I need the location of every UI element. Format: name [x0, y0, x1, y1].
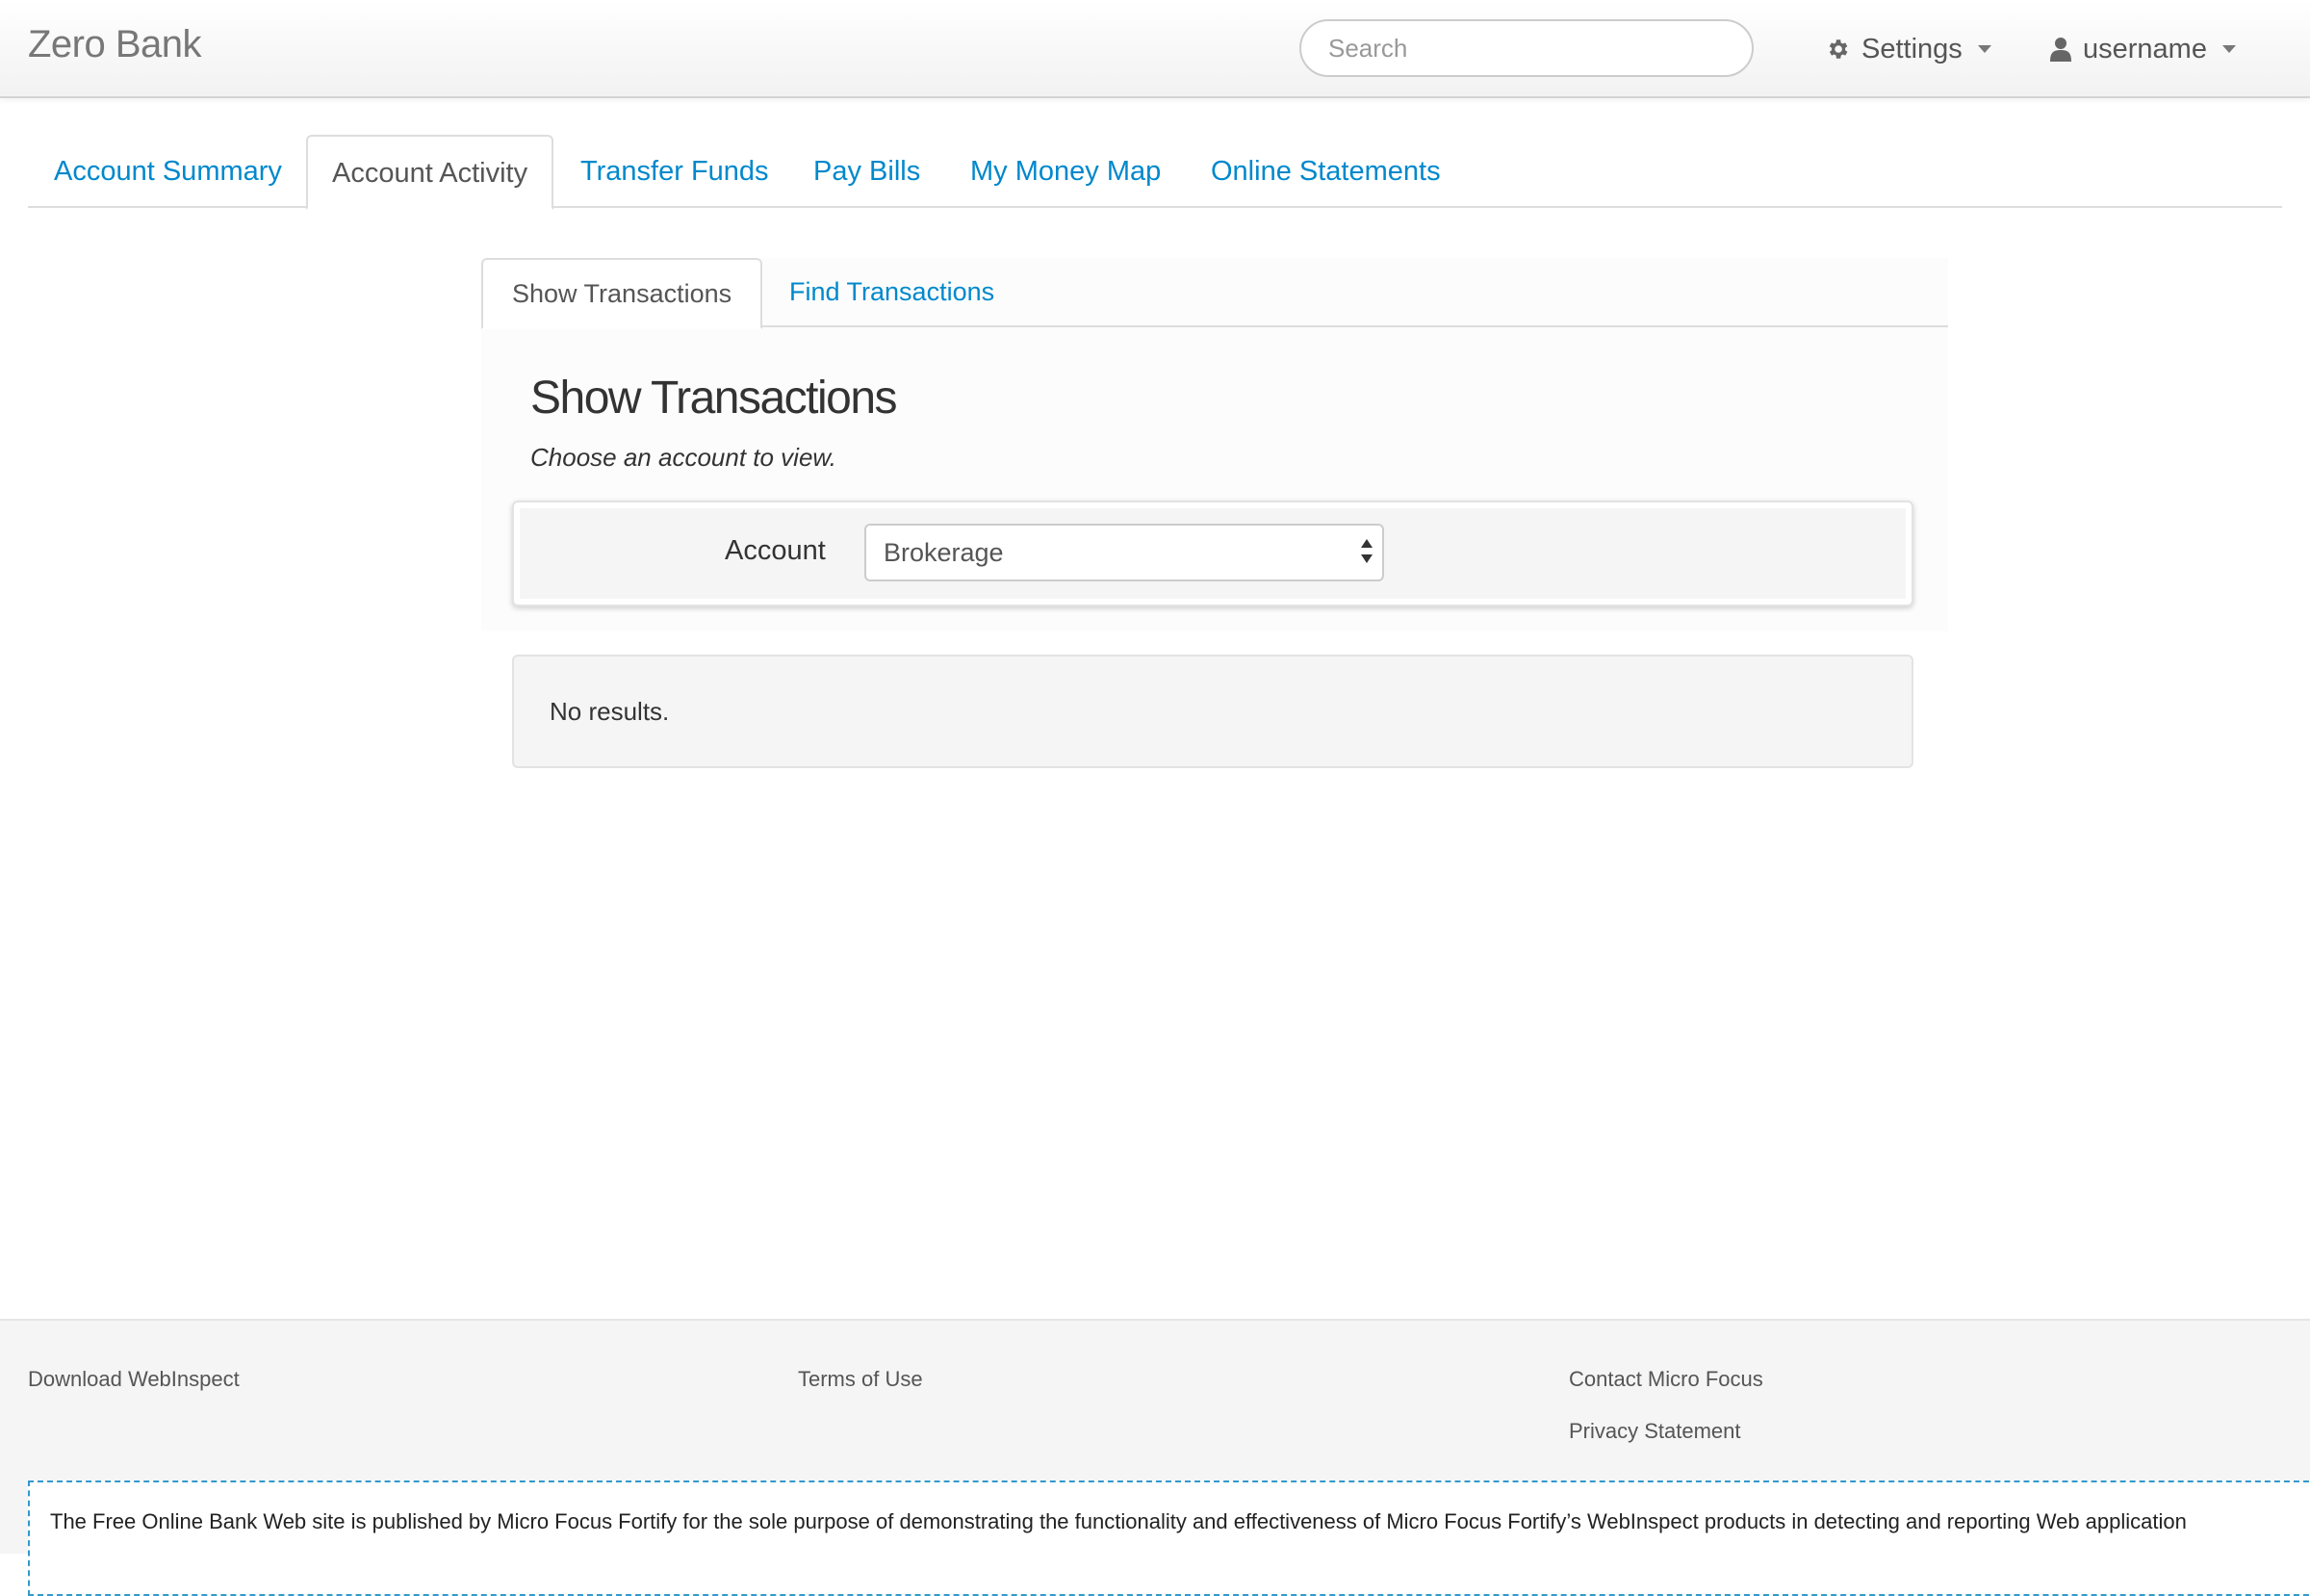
tab-my-money-map[interactable]: My Money Map: [970, 135, 1161, 208]
settings-dropdown[interactable]: Settings: [1825, 29, 1991, 69]
tab-online-statements[interactable]: Online Statements: [1211, 135, 1441, 208]
tab-account-summary[interactable]: Account Summary: [54, 135, 282, 208]
tab-find-transactions[interactable]: Find Transactions: [789, 258, 994, 327]
select-arrows-icon: [1361, 539, 1373, 566]
account-select-value: Brokerage: [884, 538, 1004, 567]
page-title: Show Transactions: [530, 373, 898, 424]
gear-icon: [1829, 39, 1848, 59]
tab-show-transactions[interactable]: Show Transactions: [481, 258, 763, 329]
privacy-statement-link[interactable]: Privacy Statement: [1569, 1419, 1741, 1444]
chevron-down-icon: [2221, 45, 2236, 53]
account-select[interactable]: Brokerage: [864, 524, 1384, 581]
sub-tab-bar: Show Transactions Find Transactions: [481, 258, 1948, 329]
brand-logo[interactable]: Zero Bank: [28, 23, 202, 66]
account-label: Account: [725, 535, 826, 566]
download-webinspect-link[interactable]: Download WebInspect: [28, 1367, 240, 1392]
top-navbar: Zero Bank Settings username: [0, 0, 2310, 98]
search-input[interactable]: [1299, 19, 1754, 77]
terms-of-use-link[interactable]: Terms of Use: [798, 1367, 923, 1392]
tab-pay-bills[interactable]: Pay Bills: [813, 135, 920, 208]
contact-micro-focus-link[interactable]: Contact Micro Focus: [1569, 1367, 1763, 1392]
tab-transfer-funds[interactable]: Transfer Funds: [580, 135, 769, 208]
main-tab-bar: Account Summary Account Activity Transfe…: [28, 135, 2282, 210]
settings-label: Settings: [1861, 33, 1963, 64]
disclaimer-text: The Free Online Bank Web site is publish…: [50, 1509, 2187, 1533]
chevron-down-icon: [1977, 45, 1991, 53]
disclaimer-box: [28, 1480, 2310, 1596]
username-label: username: [2083, 33, 2207, 64]
user-icon: [2050, 38, 2071, 62]
results-panel: [512, 655, 1913, 768]
results-text: No results.: [550, 697, 670, 726]
user-dropdown[interactable]: username: [2050, 29, 2236, 69]
page-subtitle: Choose an account to view.: [530, 443, 836, 472]
tab-account-activity[interactable]: Account Activity: [306, 135, 554, 210]
